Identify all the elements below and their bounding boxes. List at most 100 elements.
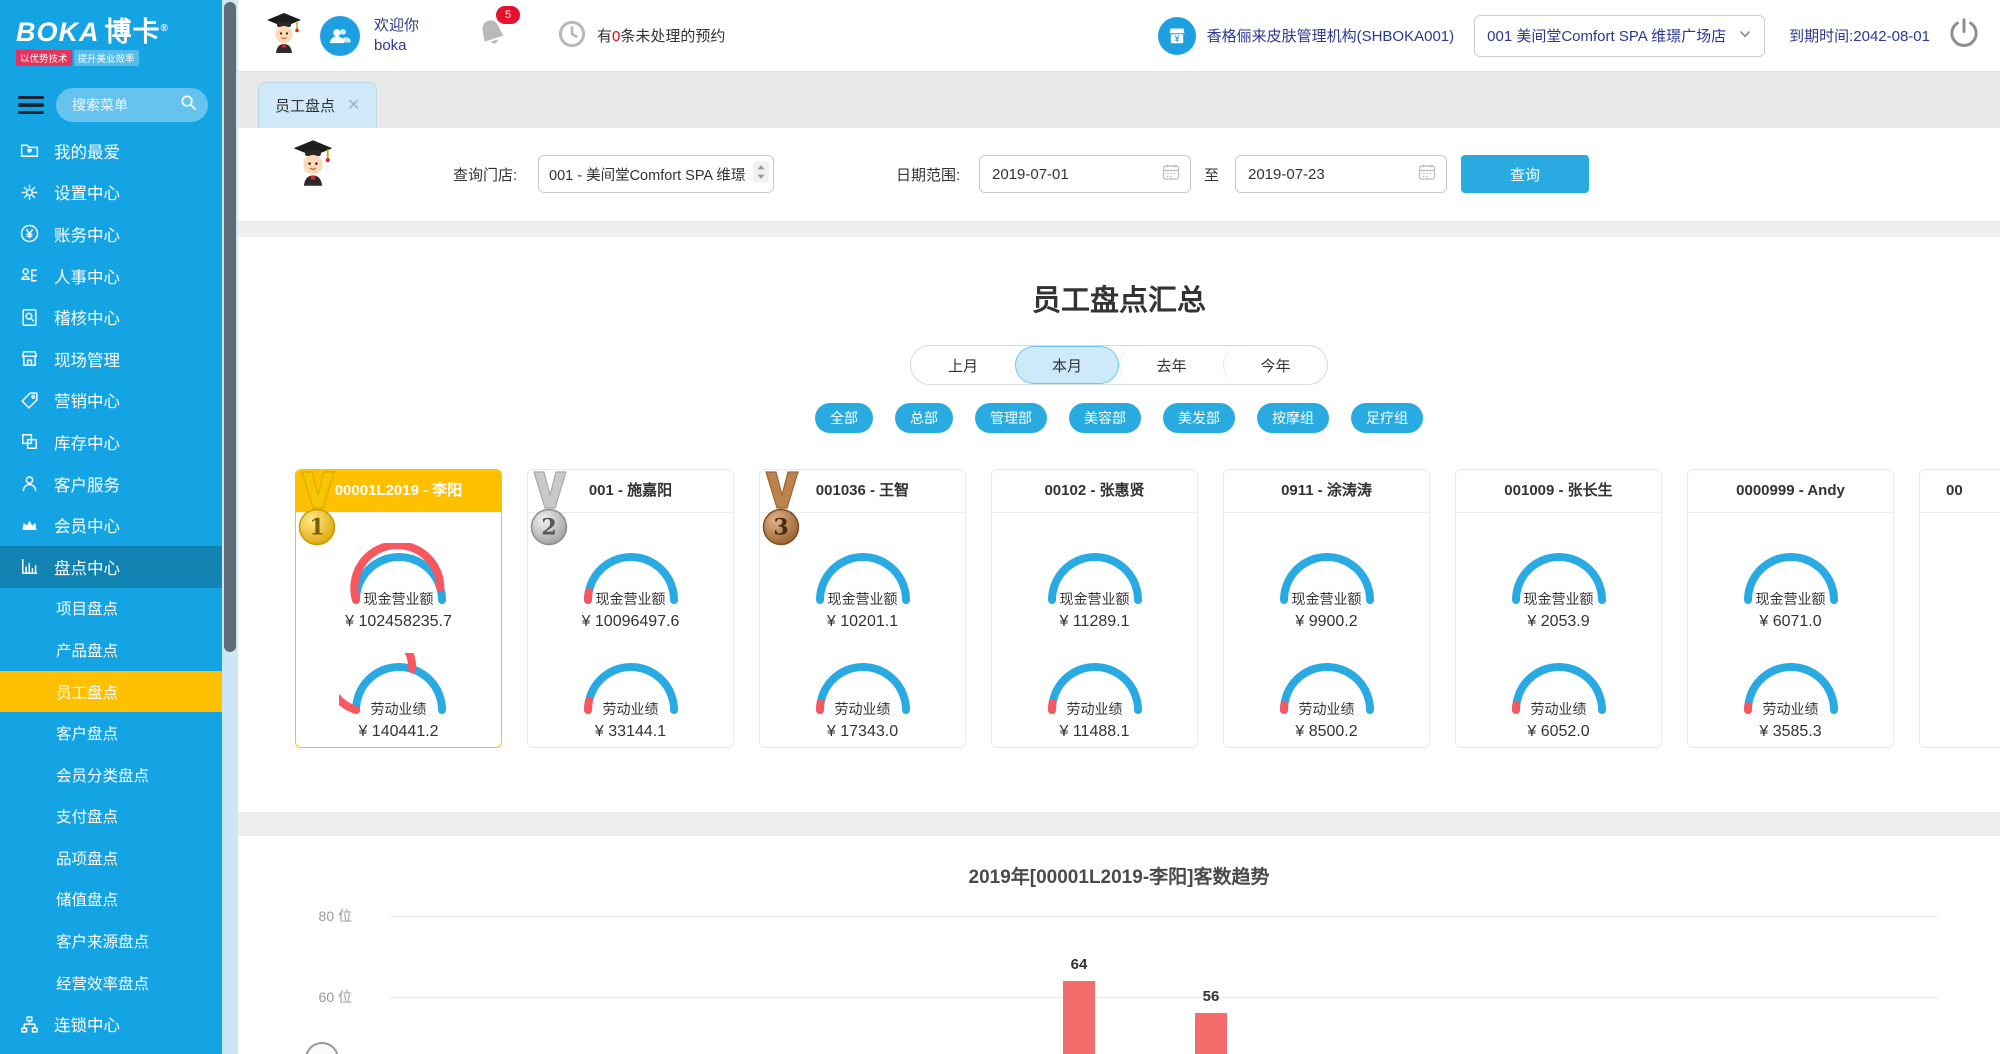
sidebar-menu: 我的最爱设置中心账务中心人事中心稽核中心现场管理营销中心库存中心客户服务会员中心… xyxy=(0,130,222,1054)
store-select[interactable]: 001 - 美间堂Comfort SPA 维璟 xyxy=(538,155,774,193)
sidebar-item-我的最爱[interactable]: 我的最爱 xyxy=(0,130,222,172)
main-area: 欢迎你 boka 5 有0条未处理的预约 ¥ 香格俪来皮肤管理机构(SHBOK xyxy=(238,0,2000,1054)
employee-card-001 - 施嘉阳[interactable]: 001 - 施嘉阳现金营业额¥ 10096497.6劳动业绩¥ 33144.12 xyxy=(527,469,734,748)
date-from-value: 2019-07-01 xyxy=(992,166,1069,183)
chart-bar xyxy=(1195,1013,1227,1054)
brand-logo-text: BOKA xyxy=(16,17,100,47)
top-header: 欢迎你 boka 5 有0条未处理的预约 ¥ 香格俪来皮肤管理机构(SHBOK xyxy=(238,0,2000,72)
sidebar-item-客户服务[interactable]: 客户服务 xyxy=(0,463,222,505)
department-filter-足疗组[interactable]: 足疗组 xyxy=(1351,403,1423,433)
gauge-label: 现金营业额 xyxy=(1711,589,1871,609)
chain-icon xyxy=(18,1013,40,1035)
sidebar-item-label: 会员分类盘点 xyxy=(56,764,149,786)
svg-text:1: 1 xyxy=(309,515,324,541)
brand-logo: BOKA博卡® 以优势技术 提升美业效率 xyxy=(0,0,222,72)
menu-search[interactable] xyxy=(56,88,208,122)
hamburger-menu-icon[interactable] xyxy=(18,96,44,115)
sidebar-item-现场管理[interactable]: 现场管理 xyxy=(0,338,222,380)
gauge-value: ¥ 33144.1 xyxy=(528,723,733,741)
sidebar-item-label: 营销中心 xyxy=(54,388,120,412)
sidebar-item-客户盘点[interactable]: 客户盘点 xyxy=(0,712,222,754)
employee-card-00[interactable]: 00 xyxy=(1919,469,2000,748)
calendar-icon xyxy=(1161,162,1181,186)
sidebar-item-设置中心[interactable]: 设置中心 xyxy=(0,172,222,214)
cash-gauge: 现金营业额 ¥ 102458235.7 xyxy=(296,543,501,631)
store-select-label: 查询门店: xyxy=(453,164,517,185)
period-tab-今年[interactable]: 今年 xyxy=(1223,346,1327,384)
rank-3-medal-icon: 3 xyxy=(762,471,802,554)
search-button[interactable]: 查询 xyxy=(1461,155,1589,193)
period-tab-上月[interactable]: 上月 xyxy=(911,346,1015,384)
favorites-icon xyxy=(18,140,40,162)
inventory-check-icon xyxy=(18,556,40,578)
department-filter-美容部[interactable]: 美容部 xyxy=(1069,403,1141,433)
user-avatar[interactable] xyxy=(320,16,360,56)
power-icon[interactable] xyxy=(1946,15,1982,56)
member-icon xyxy=(18,514,40,536)
store-dropdown[interactable]: 001 美间堂Comfort SPA 维璟广场店 xyxy=(1474,15,1765,57)
department-filter-按摩组[interactable]: 按摩组 xyxy=(1257,403,1329,433)
employee-card-001009 - 张长生[interactable]: 001009 - 张长生现金营业额¥ 2053.9劳动业绩¥ 6052.0 xyxy=(1455,469,1662,748)
date-from-input[interactable]: 2019-07-01 xyxy=(979,155,1191,193)
employee-card-0911 - 涂涛涛[interactable]: 0911 - 涂涛涛现金营业额¥ 9900.2劳动业绩¥ 8500.2 xyxy=(1223,469,1430,748)
department-filter-全部[interactable]: 全部 xyxy=(815,403,873,433)
rank-2-medal-icon: 2 xyxy=(530,471,570,554)
chart-bar xyxy=(1063,981,1095,1054)
cash-gauge: 现金营业额¥ 11289.1 xyxy=(992,543,1197,631)
gauge-label: 现金营业额 xyxy=(319,589,479,609)
employee-card-00102 - 张惠贤[interactable]: 00102 - 张惠贤现金营业额¥ 11289.1劳动业绩¥ 11488.1 xyxy=(991,469,1198,748)
sidebar-item-账务中心[interactable]: 账务中心 xyxy=(0,213,222,255)
period-tab-本月[interactable]: 本月 xyxy=(1015,346,1119,384)
sidebar-item-label: 盘点中心 xyxy=(54,555,120,579)
sidebar-item-经营效率盘点[interactable]: 经营效率盘点 xyxy=(0,962,222,1004)
department-filter-总部[interactable]: 总部 xyxy=(895,403,953,433)
department-filter-管理部[interactable]: 管理部 xyxy=(975,403,1047,433)
sidebar-item-label: 稽核中心 xyxy=(54,305,120,329)
search-icon xyxy=(179,93,198,117)
sidebar-item-人事中心[interactable]: 人事中心 xyxy=(0,255,222,297)
sidebar-scrollbar-thumb[interactable] xyxy=(224,2,236,652)
sidebar-item-会员中心[interactable]: 会员中心 xyxy=(0,504,222,546)
marketing-icon xyxy=(18,389,40,411)
sidebar-item-储值盘点[interactable]: 储值盘点 xyxy=(0,879,222,921)
username: boka xyxy=(374,36,419,56)
notifications[interactable]: 5 xyxy=(475,16,509,55)
sidebar-item-盘点中心[interactable]: 盘点中心 xyxy=(0,546,222,588)
employee-card-001036 - 王智[interactable]: 001036 - 王智现金营业额¥ 10201.1劳动业绩¥ 17343.03 xyxy=(759,469,966,748)
gauge-label: 现金营业额 xyxy=(783,589,943,609)
hr-icon xyxy=(18,265,40,287)
svg-text:¥: ¥ xyxy=(1174,33,1179,43)
mascot-icon xyxy=(290,138,336,193)
gridline xyxy=(390,916,1938,917)
tab-strip: 员工盘点 ✕ xyxy=(238,72,2000,128)
employee-card-0000999 - Andy[interactable]: 0000999 - Andy现金营业额¥ 6071.0劳动业绩¥ 3585.3 xyxy=(1687,469,1894,748)
sidebar-item-项目盘点[interactable]: 项目盘点 xyxy=(0,588,222,630)
sidebar-item-连锁中心[interactable]: 连锁中心 xyxy=(0,1003,222,1045)
sidebar-item-会员分类盘点[interactable]: 会员分类盘点 xyxy=(0,754,222,796)
department-filter-美发部[interactable]: 美发部 xyxy=(1163,403,1235,433)
sidebar-item-库存中心[interactable]: 库存中心 xyxy=(0,421,222,463)
tab-employee-inventory[interactable]: 员工盘点 ✕ xyxy=(258,82,377,128)
period-tab-去年[interactable]: 去年 xyxy=(1119,346,1223,384)
employee-card-00001L2019 - 李阳[interactable]: 00001L2019 - 李阳现金营业额¥ 102458235.7劳动业绩¥ 1… xyxy=(295,469,502,748)
sidebar-item-客户来源盘点[interactable]: 客户来源盘点 xyxy=(0,920,222,962)
store-dropdown-value: 001 美间堂Comfort SPA 维璟广场店 xyxy=(1487,25,1726,46)
sidebar-item-员工盘点[interactable]: 员工盘点 xyxy=(0,671,222,713)
date-to-input[interactable]: 2019-07-23 xyxy=(1235,155,1447,193)
sidebar-item-品项盘点[interactable]: 品项盘点 xyxy=(0,837,222,879)
onsite-icon xyxy=(18,348,40,370)
labor-gauge: 劳动业绩¥ 140441.2 xyxy=(296,653,501,741)
finance-icon xyxy=(18,223,40,245)
gauge-value: ¥ 102458235.7 xyxy=(296,613,501,631)
sidebar-item-稽核中心[interactable]: 稽核中心 xyxy=(0,296,222,338)
employee-name: 0911 - 涂涛涛 xyxy=(1224,470,1429,513)
menu-search-input[interactable] xyxy=(70,96,166,114)
labor-gauge: 劳动业绩¥ 11488.1 xyxy=(992,653,1197,741)
query-panel: 查询门店: 001 - 美间堂Comfort SPA 维璟 日期范围: 2019… xyxy=(238,128,2000,221)
sidebar-item-营销中心[interactable]: 营销中心 xyxy=(0,380,222,422)
tab-close-icon[interactable]: ✕ xyxy=(347,98,360,114)
sidebar-item-支付盘点[interactable]: 支付盘点 xyxy=(0,796,222,838)
gauge-label: 劳动业绩 xyxy=(319,699,479,719)
sidebar-scrollbar-track[interactable] xyxy=(222,0,238,1054)
sidebar-item-产品盘点[interactable]: 产品盘点 xyxy=(0,629,222,671)
